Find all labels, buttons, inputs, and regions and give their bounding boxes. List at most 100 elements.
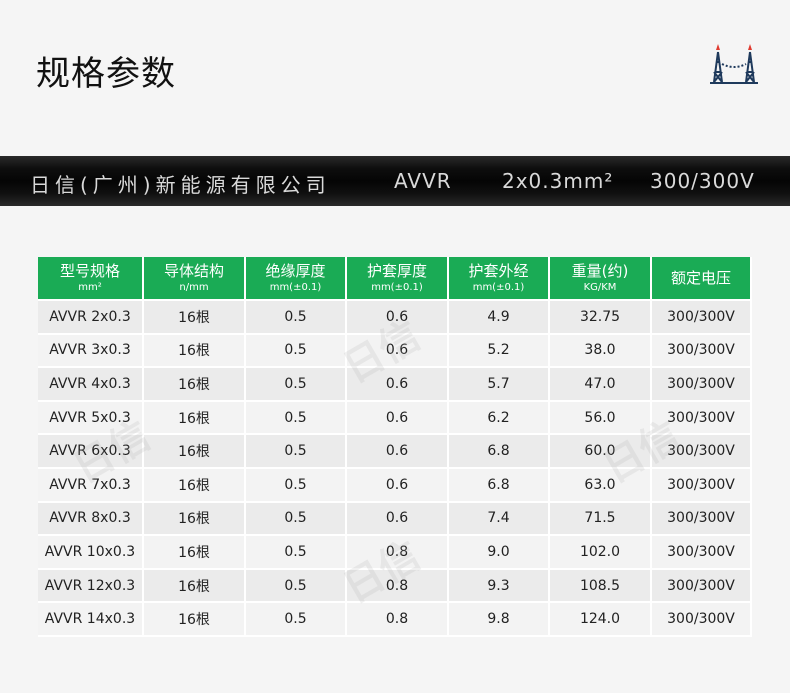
table-cell: 71.5: [550, 502, 652, 537]
table-cell: 16根: [144, 502, 246, 537]
table-cell: 0.5: [246, 368, 347, 402]
header-label: 额定电压: [670, 268, 731, 287]
table-cell: 0.6: [347, 334, 449, 369]
table-row: AVVR 12x0.3 16根 0.5 0.8 9.3 108.5 300/300V: [38, 569, 752, 604]
table-cell: 0.8: [347, 603, 449, 637]
table-cell: AVVR 4x0.3: [38, 368, 144, 402]
table-cell: 38.0: [550, 334, 652, 369]
table-cell: 6.8: [449, 468, 550, 503]
header-label: 护套厚度: [366, 262, 427, 281]
table-cell: AVVR 2x0.3: [38, 301, 144, 335]
table-cell: 300/300V: [652, 569, 752, 604]
table-header-cell: 护套外经 mm(±0.1): [449, 257, 550, 301]
table-cell: AVVR 12x0.3: [38, 569, 144, 604]
table-cell: 300/300V: [652, 334, 752, 369]
header-unit: mm(±0.1): [269, 281, 322, 293]
table-cell: 47.0: [550, 368, 652, 402]
table-row: AVVR 4x0.3 16根 0.5 0.6 5.7 47.0 300/300V: [38, 368, 752, 402]
table-cell: 0.8: [347, 536, 449, 570]
table-cell: AVVR 14x0.3: [38, 603, 144, 637]
table-cell: 300/300V: [652, 536, 752, 570]
table-cell: 16根: [144, 301, 246, 335]
table-cell: 6.2: [449, 401, 550, 436]
table-cell: 300/300V: [652, 401, 752, 436]
table-cell: AVVR 10x0.3: [38, 536, 144, 570]
header-label: 绝缘厚度: [265, 262, 326, 281]
table-cell: 9.0: [449, 536, 550, 570]
cable-spec-text: 2x0.3mm²: [502, 169, 614, 193]
table-row: AVVR 8x0.3 16根 0.5 0.6 7.4 71.5 300/300V: [38, 502, 752, 537]
table-cell: 0.6: [347, 468, 449, 503]
table-cell: 16根: [144, 603, 246, 637]
table-cell: 6.8: [449, 435, 550, 469]
table-row: AVVR 5x0.3 16根 0.5 0.6 6.2 56.0 300/300V: [38, 401, 752, 436]
page-title: 规格参数: [36, 54, 176, 94]
table-cell: 16根: [144, 368, 246, 402]
table-cell: AVVR 5x0.3: [38, 401, 144, 436]
table-row: AVVR 14x0.3 16根 0.5 0.8 9.8 124.0 300/300V: [38, 603, 752, 637]
table-cell: 300/300V: [652, 368, 752, 402]
header-label: 重量(约): [571, 262, 629, 281]
spec-table: 型号规格 mm² 导体结构 n/mm 绝缘厚度 mm(±0.1) 护套厚度 mm(±0.1) 护…: [38, 257, 752, 637]
table-cell: 9.3: [449, 569, 550, 604]
table-cell: 0.6: [347, 301, 449, 335]
transmission-tower-icon: [708, 42, 760, 86]
table-header-cell: 导体结构 n/mm: [144, 257, 246, 301]
table-cell: 0.5: [246, 401, 347, 436]
table-row: AVVR 7x0.3 16根 0.5 0.6 6.8 63.0 300/300V: [38, 468, 752, 503]
table-cell: AVVR 3x0.3: [38, 334, 144, 369]
table-cell: 32.75: [550, 301, 652, 335]
header-unit: KG/KM: [583, 281, 617, 293]
table-cell: 16根: [144, 435, 246, 469]
header-label: 导体结构: [163, 262, 224, 281]
table-cell: 16根: [144, 468, 246, 503]
table-cell: 0.5: [246, 502, 347, 537]
table-cell: AVVR 6x0.3: [38, 435, 144, 469]
table-cell: 7.4: [449, 502, 550, 537]
table-header-cell: 绝缘厚度 mm(±0.1): [246, 257, 347, 301]
table-cell: 300/300V: [652, 603, 752, 637]
table-cell: 0.5: [246, 435, 347, 469]
table-cell: 0.5: [246, 334, 347, 369]
table-cell: 108.5: [550, 569, 652, 604]
table-cell: AVVR 7x0.3: [38, 468, 144, 503]
table-cell: 0.6: [347, 368, 449, 402]
table-body: AVVR 2x0.3 16根 0.5 0.6 4.9 32.75 300/300V AVVR …: [38, 301, 752, 637]
cable-voltage-text: 300/300V: [650, 169, 755, 193]
table-cell: 0.5: [246, 468, 347, 503]
table-cell: 56.0: [550, 401, 652, 436]
table-cell: AVVR 8x0.3: [38, 502, 144, 537]
cable-model-text: AVVR: [394, 169, 452, 193]
cable-company-text: 日信(广州)新能源有限公司: [30, 173, 331, 197]
table-cell: 102.0: [550, 536, 652, 570]
table-cell: 0.6: [347, 401, 449, 436]
table-cell: 300/300V: [652, 301, 752, 335]
table-header-cell: 护套厚度 mm(±0.1): [347, 257, 449, 301]
header-unit: mm²: [78, 281, 102, 293]
table-cell: 0.5: [246, 301, 347, 335]
table-cell: 16根: [144, 569, 246, 604]
table-cell: 4.9: [449, 301, 550, 335]
table-header-cell: 重量(约) KG/KM: [550, 257, 652, 301]
header-unit: n/mm: [179, 281, 209, 293]
table-row: AVVR 3x0.3 16根 0.5 0.6 5.2 38.0 300/300V: [38, 334, 752, 369]
table-cell: 0.6: [347, 435, 449, 469]
table-cell: 16根: [144, 536, 246, 570]
table-cell: 0.5: [246, 603, 347, 637]
table-cell: 63.0: [550, 468, 652, 503]
table-cell: 124.0: [550, 603, 652, 637]
table-header-cell: 型号规格 mm²: [38, 257, 144, 301]
cable-banner: 日信(广州)新能源有限公司 AVVR 2x0.3mm² 300/300V: [0, 156, 790, 206]
table-cell: 300/300V: [652, 435, 752, 469]
table-row: AVVR 2x0.3 16根 0.5 0.6 4.9 32.75 300/300V: [38, 301, 752, 335]
table-row: AVVR 10x0.3 16根 0.5 0.8 9.0 102.0 300/300V: [38, 536, 752, 570]
table-cell: 300/300V: [652, 468, 752, 503]
table-cell: 60.0: [550, 435, 652, 469]
table-header-cell: 额定电压: [652, 257, 752, 301]
table-row: AVVR 6x0.3 16根 0.5 0.6 6.8 60.0 300/300V: [38, 435, 752, 469]
table-cell: 5.7: [449, 368, 550, 402]
table-cell: 0.5: [246, 569, 347, 604]
header-unit: mm(±0.1): [472, 281, 525, 293]
header-label: 型号规格: [59, 262, 120, 281]
header-unit: mm(±0.1): [371, 281, 423, 293]
